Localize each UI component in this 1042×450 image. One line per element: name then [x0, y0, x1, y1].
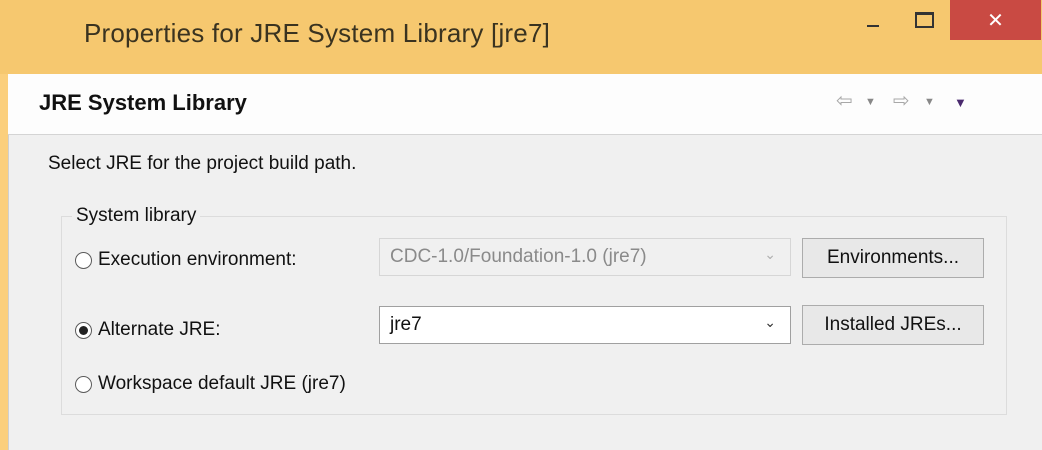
- content-area: Select JRE for the project build path. S…: [8, 135, 1042, 450]
- back-arrow-icon[interactable]: ⇦: [836, 88, 853, 113]
- alternate-jre-combo[interactable]: jre7 ⌄: [379, 306, 791, 344]
- environments-button[interactable]: Environments...: [802, 238, 984, 278]
- alternate-jre-label: Alternate JRE:: [98, 319, 221, 340]
- chevron-down-icon: ⌄: [764, 246, 776, 262]
- maximize-button[interactable]: [900, 0, 948, 40]
- execution-environment-value: CDC-1.0/Foundation-1.0 (jre7): [390, 246, 647, 267]
- title-bar[interactable]: Properties for JRE System Library [jre7]…: [0, 0, 1042, 74]
- close-icon: ✕: [987, 9, 1004, 32]
- chevron-down-icon[interactable]: ⌄: [764, 314, 776, 331]
- installed-jres-button[interactable]: Installed JREs...: [802, 305, 984, 345]
- forward-arrow-icon[interactable]: ⇨: [893, 88, 910, 113]
- window-title: Properties for JRE System Library [jre7]: [84, 18, 551, 48]
- execution-environment-label: Execution environment:: [98, 249, 297, 270]
- minimize-icon: [867, 25, 879, 27]
- execution-environment-combo: CDC-1.0/Foundation-1.0 (jre7) ⌄: [379, 238, 791, 276]
- back-dropdown-icon[interactable]: ▼: [865, 96, 876, 108]
- group-label: System library: [72, 205, 201, 227]
- close-button[interactable]: ✕: [950, 0, 1041, 40]
- view-menu-icon[interactable]: ▼: [954, 95, 967, 110]
- minimize-button[interactable]: [846, 0, 900, 40]
- alternate-jre-value: jre7: [390, 314, 422, 335]
- workspace-default-radio[interactable]: Workspace default JRE (jre7): [75, 373, 346, 395]
- radio-checked-icon[interactable]: [75, 321, 92, 339]
- radio-circle-icon[interactable]: [75, 251, 92, 269]
- radio-circle-icon[interactable]: [75, 375, 92, 393]
- alternate-jre-radio[interactable]: Alternate JRE:: [75, 319, 221, 341]
- page-title: JRE System Library: [39, 90, 247, 115]
- page-header: JRE System Library ⇦ ▼ ⇨ ▼ ▼: [8, 74, 1042, 135]
- description-text: Select JRE for the project build path.: [48, 153, 357, 174]
- maximize-icon: [914, 12, 934, 28]
- dialog-frame: JRE System Library ⇦ ▼ ⇨ ▼ ▼ Select JRE …: [8, 74, 1042, 450]
- forward-dropdown-icon[interactable]: ▼: [924, 96, 935, 108]
- workspace-default-label: Workspace default JRE (jre7): [98, 373, 346, 394]
- execution-environment-radio[interactable]: Execution environment:: [75, 249, 297, 271]
